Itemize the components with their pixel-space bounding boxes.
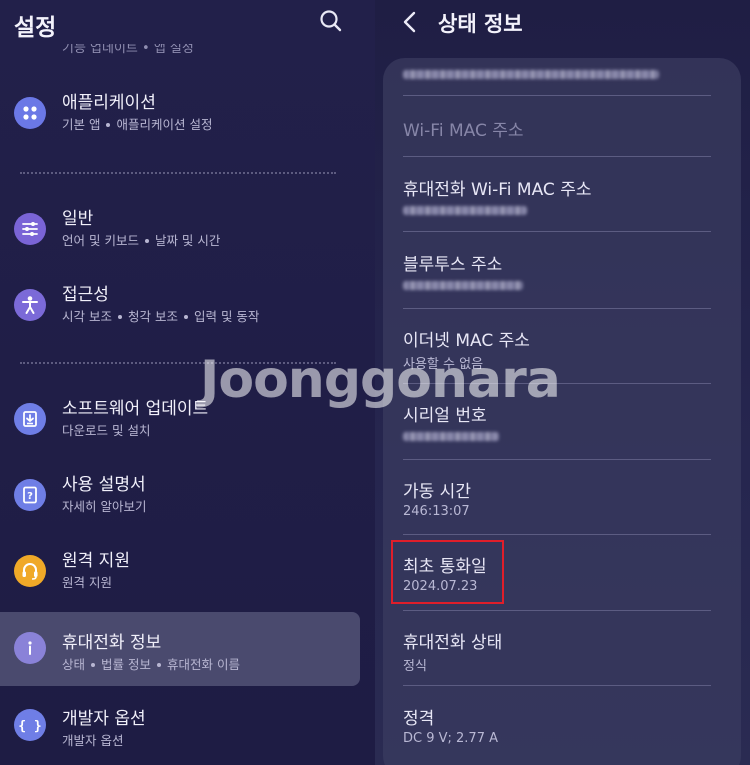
menu-item-user-manual[interactable]: ? 사용 설명서 자세히 알아보기 (0, 462, 360, 530)
divider (403, 231, 711, 232)
menu-item-subtitle: 다운로드 및 설치 (62, 423, 151, 438)
redacted-value (403, 432, 499, 441)
menu-item-subtitle: 시각 보조 청각 보조 입력 및 동작 (62, 309, 260, 324)
redacted-value (403, 70, 659, 79)
grid-icon (14, 97, 46, 129)
menu-item-title: 개발자 옵션 (62, 709, 146, 729)
divider (403, 95, 711, 96)
menu-item-remote-support[interactable]: 원격 지원 원격 지원 (0, 538, 360, 606)
redacted-value (403, 206, 527, 215)
menu-item-subtitle: 자세히 알아보기 (62, 499, 147, 514)
menu-item-subtitle: 상태 법률 정보 휴대전화 이름 (62, 657, 240, 672)
info-label: 이더넷 MAC 주소 (403, 331, 530, 351)
code-braces-icon: { } (14, 709, 46, 741)
menu-item-phone-info[interactable]: 휴대전화 정보 상태 법률 정보 휴대전화 이름 (0, 612, 360, 686)
menu-item-developer-options[interactable]: { } 개발자 옵션 개발자 옵션 (0, 697, 360, 765)
divider (403, 308, 711, 309)
menu-item-title: 접근성 (62, 285, 109, 305)
menu-item-applications[interactable]: 애플리케이션 기본 앱 애플리케이션 설정 (0, 80, 360, 148)
search-icon[interactable] (318, 8, 344, 34)
status-info-card: Wi-Fi MAC 주소 휴대전화 Wi-Fi MAC 주소 블루투스 주소 이… (383, 58, 741, 765)
divider (403, 459, 711, 460)
highlight-annotation-box (391, 540, 504, 604)
menu-item-subtitle: 언어 및 키보드 날짜 및 시간 (62, 233, 221, 248)
download-icon (14, 403, 46, 435)
info-value: 정식 (403, 659, 427, 674)
svg-text:?: ? (27, 491, 33, 502)
menu-item-title: 원격 지원 (62, 551, 130, 571)
divider (20, 172, 336, 174)
accessibility-icon (14, 289, 46, 321)
manual-icon: ? (14, 479, 46, 511)
info-label: 휴대전화 Wi-Fi MAC 주소 (403, 180, 592, 200)
menu-item-subtitle: 원격 지원 (62, 575, 112, 590)
info-row-partial (403, 64, 713, 83)
settings-title: 설정 (14, 15, 57, 41)
info-value: DC 9 V; 2.77 A (403, 731, 498, 746)
redacted-value (403, 281, 523, 290)
divider (403, 610, 711, 611)
divider (403, 156, 711, 157)
info-label: 휴대전화 상태 (403, 633, 503, 653)
menu-item-title: 휴대전화 정보 (62, 633, 162, 653)
info-icon (14, 632, 46, 664)
menu-item-title: 일반 (62, 209, 94, 229)
menu-item-title: 사용 설명서 (62, 475, 146, 495)
info-label: 블루투스 주소 (403, 255, 503, 275)
divider (403, 534, 711, 535)
back-arrow-icon[interactable] (399, 9, 421, 35)
sliders-icon (14, 213, 46, 245)
svg-text:{ }: { } (18, 719, 41, 734)
info-label: 가동 시간 (403, 482, 471, 502)
page-title: 상태 정보 (438, 12, 523, 36)
watermark: Joonggonara (200, 350, 561, 410)
menu-item-title: 소프트웨어 업데이트 (62, 399, 209, 419)
info-label: Wi-Fi MAC 주소 (403, 121, 524, 141)
menu-item-subtitle: 기본 앱 애플리케이션 설정 (62, 117, 213, 132)
menu-item-title: 애플리케이션 (62, 93, 156, 113)
menu-item-subtitle: 개발자 옵션 (62, 733, 124, 748)
headset-icon (14, 555, 46, 587)
info-value: 246:13:07 (403, 504, 470, 519)
menu-item-accessibility[interactable]: 접근성 시각 보조 청각 보조 입력 및 동작 (0, 272, 360, 340)
divider (403, 685, 711, 686)
info-label: 정격 (403, 709, 435, 729)
cut-off-item-subtitle: 기능 업데이트 • 앱 설정 (62, 44, 194, 56)
menu-item-general[interactable]: 일반 언어 및 키보드 날짜 및 시간 (0, 196, 360, 264)
